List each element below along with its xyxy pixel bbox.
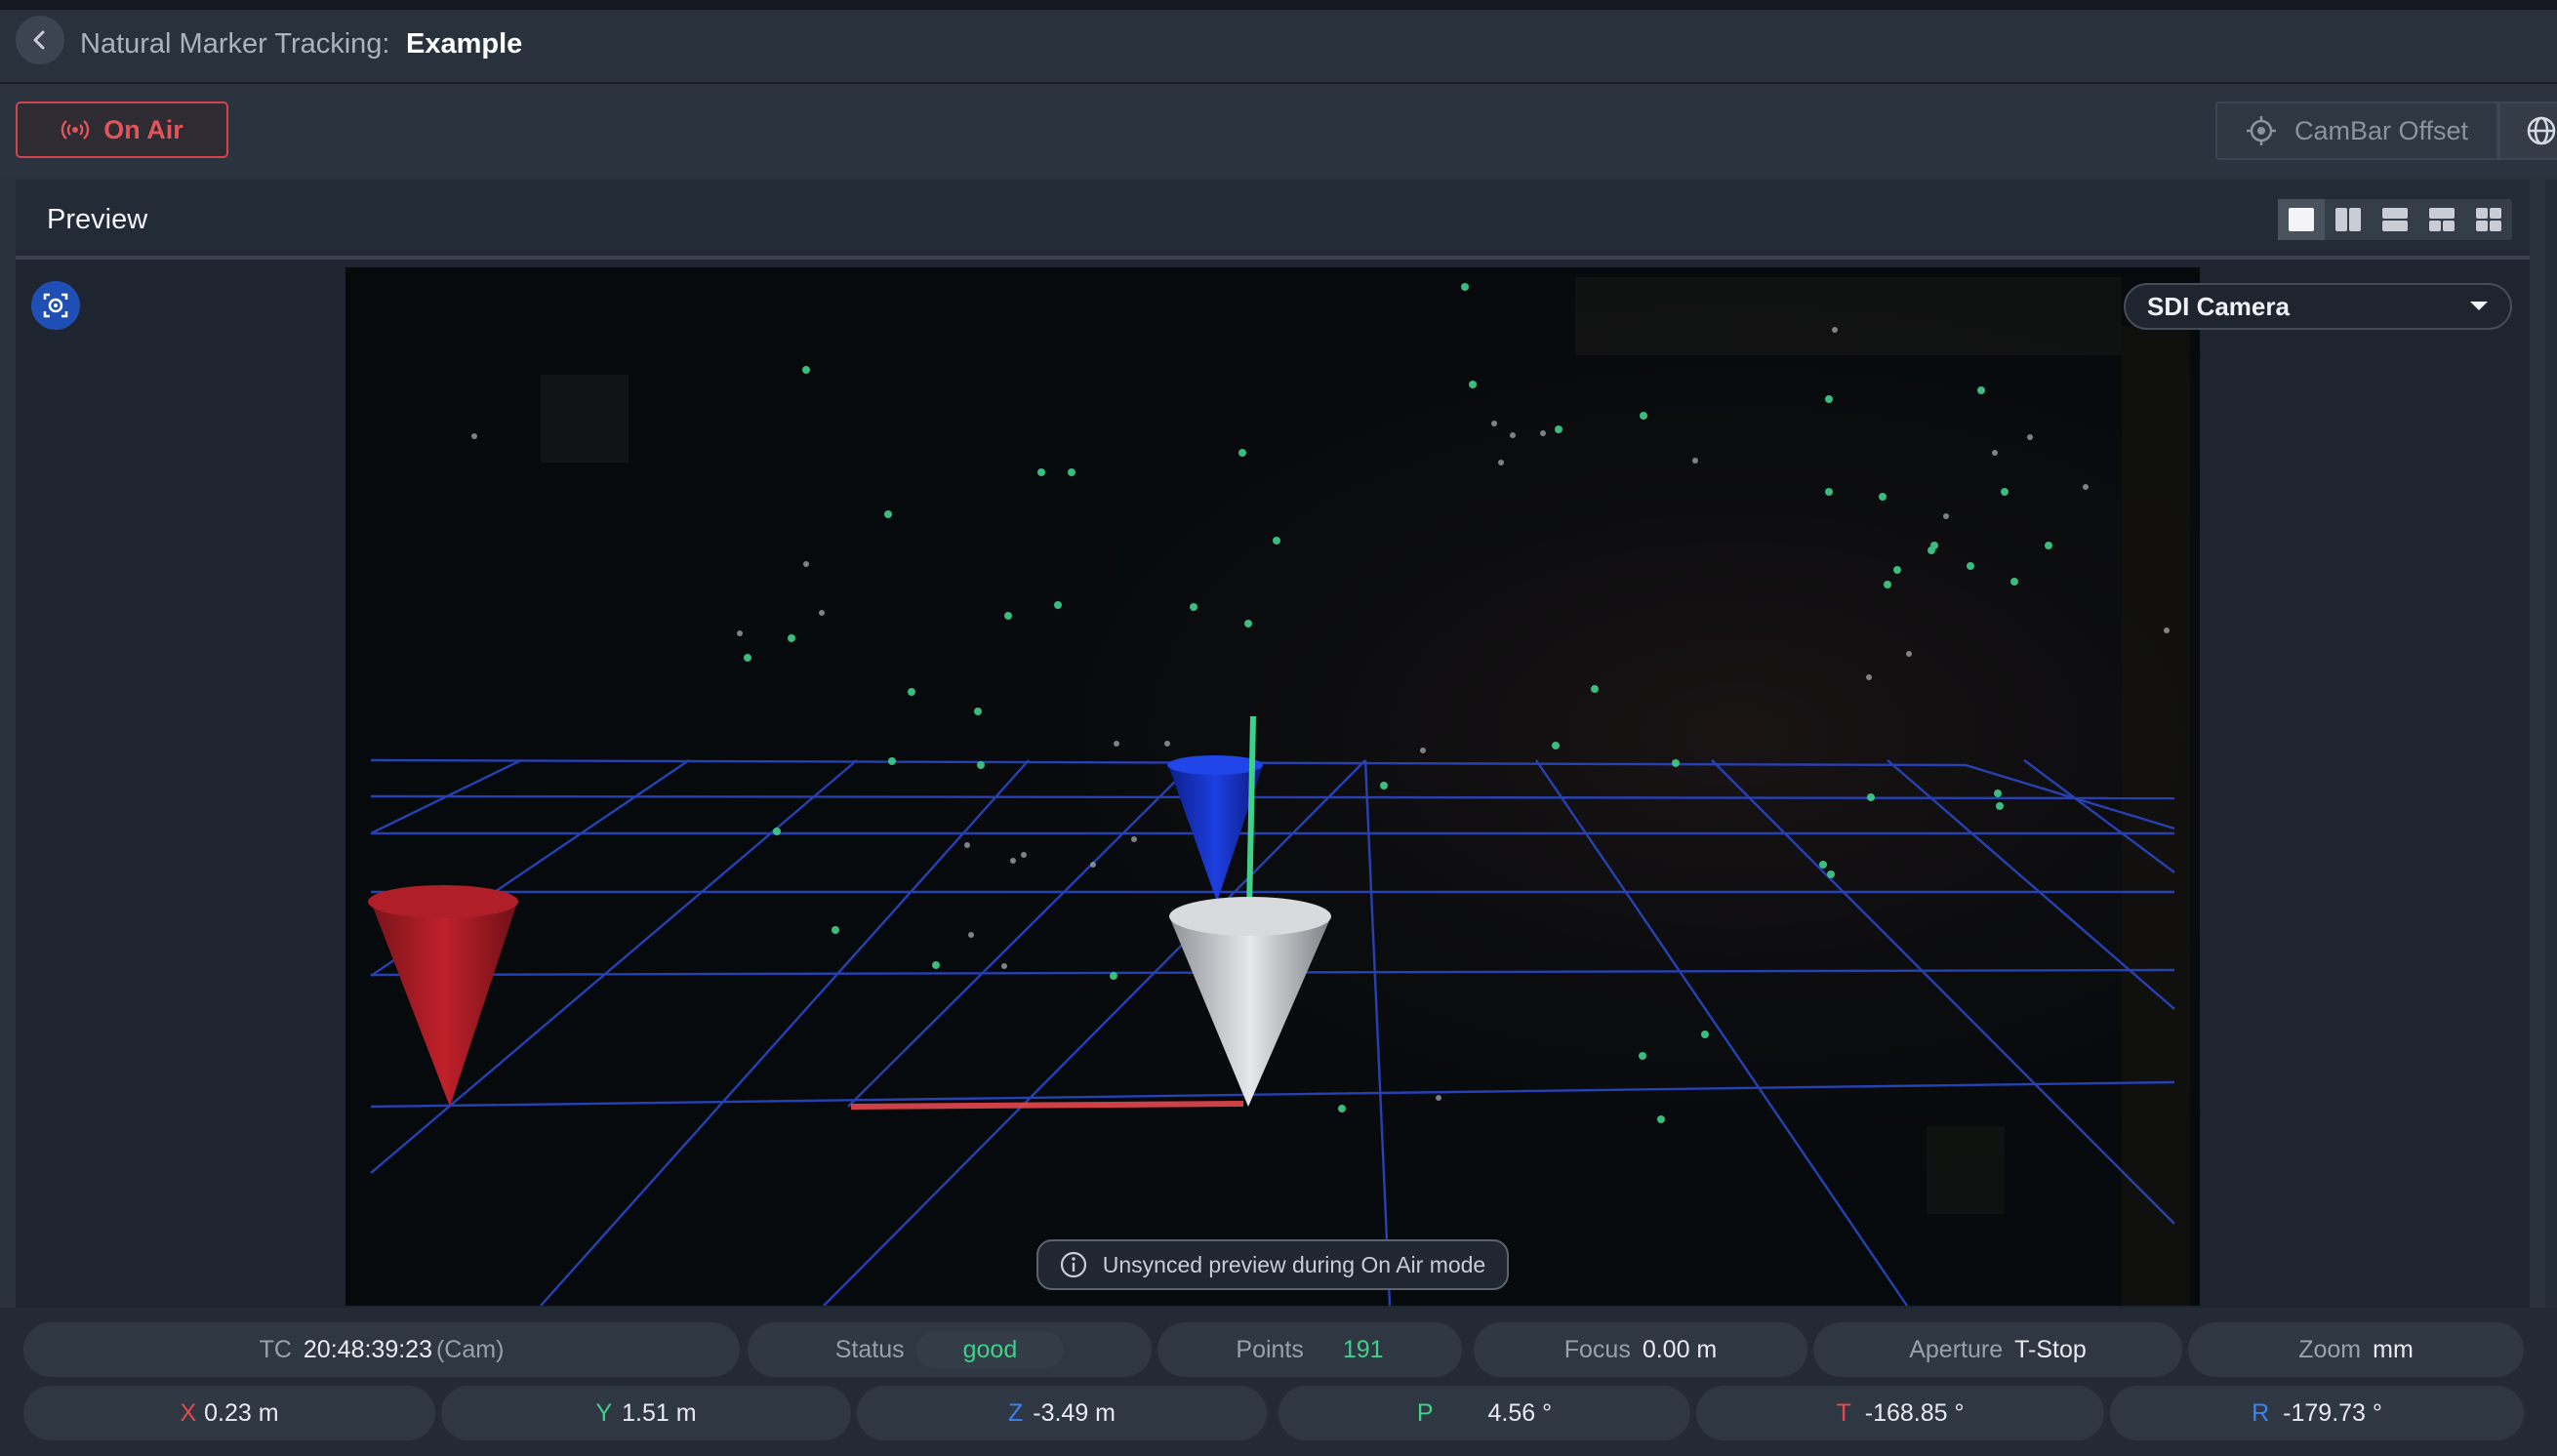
notice-text: Unsynced preview during On Air mode — [1102, 1251, 1486, 1277]
crosshair-icon — [2246, 116, 2276, 145]
globe-button[interactable] — [2498, 101, 2557, 160]
layout-single-icon — [2289, 208, 2314, 231]
focus-label: Focus — [1563, 1335, 1631, 1363]
on-air-label: On Air — [103, 114, 183, 144]
page-title-prefix: Natural Marker Tracking: — [80, 28, 390, 60]
points-chip: Points 191 — [1157, 1322, 1462, 1377]
points-value: 191 — [1342, 1335, 1384, 1363]
window-top-strip — [0, 0, 2557, 10]
t-value: -168.85 ° — [1864, 1398, 1965, 1427]
layout-quad-a-icon — [2429, 208, 2455, 231]
z-label: Z — [1007, 1398, 1024, 1427]
aperture-chip: Aperture T-Stop — [1813, 1322, 2182, 1377]
camera-preview-viewport[interactable] — [345, 267, 2200, 1306]
right-scroll-rail[interactable] — [2545, 180, 2557, 1308]
layout-quad-a-button[interactable] — [2418, 199, 2465, 240]
y-value: 1.51 m — [622, 1398, 697, 1427]
cambar-offset-label: CamBar Offset — [2293, 115, 2469, 145]
layout-single-button[interactable] — [2278, 199, 2325, 240]
zoom-chip: Zoom mm — [2188, 1322, 2524, 1377]
r-value: -179.73 ° — [2283, 1398, 2382, 1427]
timecode-chip: TC 20:48:39:23 (Cam) — [23, 1322, 740, 1377]
scene-render — [345, 267, 2200, 1306]
layout-split-vertical-icon — [2335, 208, 2361, 231]
p-label: P — [1416, 1398, 1434, 1427]
layout-split-vertical-button[interactable] — [2325, 199, 2372, 240]
rotation-t-chip: T -168.85 ° — [1696, 1386, 2104, 1440]
timecode-value: 20:48:39:23 — [303, 1335, 432, 1363]
x-axis-line — [850, 1101, 1244, 1110]
info-icon — [1060, 1251, 1086, 1278]
p-value: 4.56 ° — [1487, 1398, 1553, 1427]
focus-value: 0.00 m — [1642, 1335, 1718, 1363]
layout-quad-b-icon — [2476, 208, 2501, 231]
chevron-left-icon — [33, 30, 45, 50]
position-z-chip: Z -3.49 m — [857, 1386, 1267, 1440]
rotation-r-chip: R -179.73 ° — [2110, 1386, 2524, 1440]
camera-source-value: SDI Camera — [2147, 291, 2290, 321]
on-air-button[interactable]: On Air — [16, 101, 228, 158]
unsynced-preview-notice: Unsynced preview during On Air mode — [1036, 1239, 1509, 1290]
zoom-value: mm — [2373, 1335, 2414, 1363]
broadcast-icon — [61, 120, 90, 140]
position-y-chip: Y 1.51 m — [441, 1386, 851, 1440]
page-title: Example — [406, 28, 523, 60]
zoom-label: Zoom — [2298, 1335, 2362, 1363]
back-button[interactable] — [16, 16, 64, 64]
t-label: T — [1836, 1398, 1851, 1427]
rotation-p-chip: P 4.56 ° — [1278, 1386, 1690, 1440]
y-axis-line — [1246, 715, 1256, 912]
preview-header — [16, 180, 2530, 260]
aperture-label: Aperture — [1909, 1335, 2004, 1363]
toolbar — [0, 84, 2557, 178]
x-label: X — [180, 1398, 197, 1427]
timecode-source: (Cam) — [435, 1335, 505, 1363]
preview-title: Preview — [47, 204, 148, 235]
status-badge: good — [915, 1331, 1065, 1368]
z-value: -3.49 m — [1033, 1398, 1116, 1427]
x-value: 0.23 m — [204, 1398, 279, 1427]
layout-quad-b-button[interactable] — [2465, 199, 2512, 240]
layout-split-horizontal-icon — [2382, 208, 2408, 231]
tracker-icon — [43, 293, 68, 318]
r-label: R — [2252, 1398, 2270, 1427]
tracker-toggle-button[interactable] — [31, 281, 80, 330]
globe-icon — [2527, 116, 2556, 145]
y-label: Y — [595, 1398, 613, 1427]
status-chip: Status good — [748, 1322, 1152, 1377]
layout-toggle-group — [2278, 199, 2512, 240]
status-label: Status — [834, 1335, 905, 1363]
aperture-value: T-Stop — [2014, 1335, 2087, 1363]
cambar-offset-button[interactable]: CamBar Offset — [2215, 101, 2498, 160]
points-label: Points — [1236, 1335, 1304, 1363]
timecode-label: TC — [259, 1335, 292, 1363]
camera-source-select[interactable]: SDI Camera — [2124, 283, 2512, 330]
focus-chip: Focus 0.00 m — [1474, 1322, 1807, 1377]
layout-split-horizontal-button[interactable] — [2372, 199, 2418, 240]
caret-down-icon — [2470, 302, 2488, 310]
position-x-chip: X 0.23 m — [23, 1386, 435, 1440]
